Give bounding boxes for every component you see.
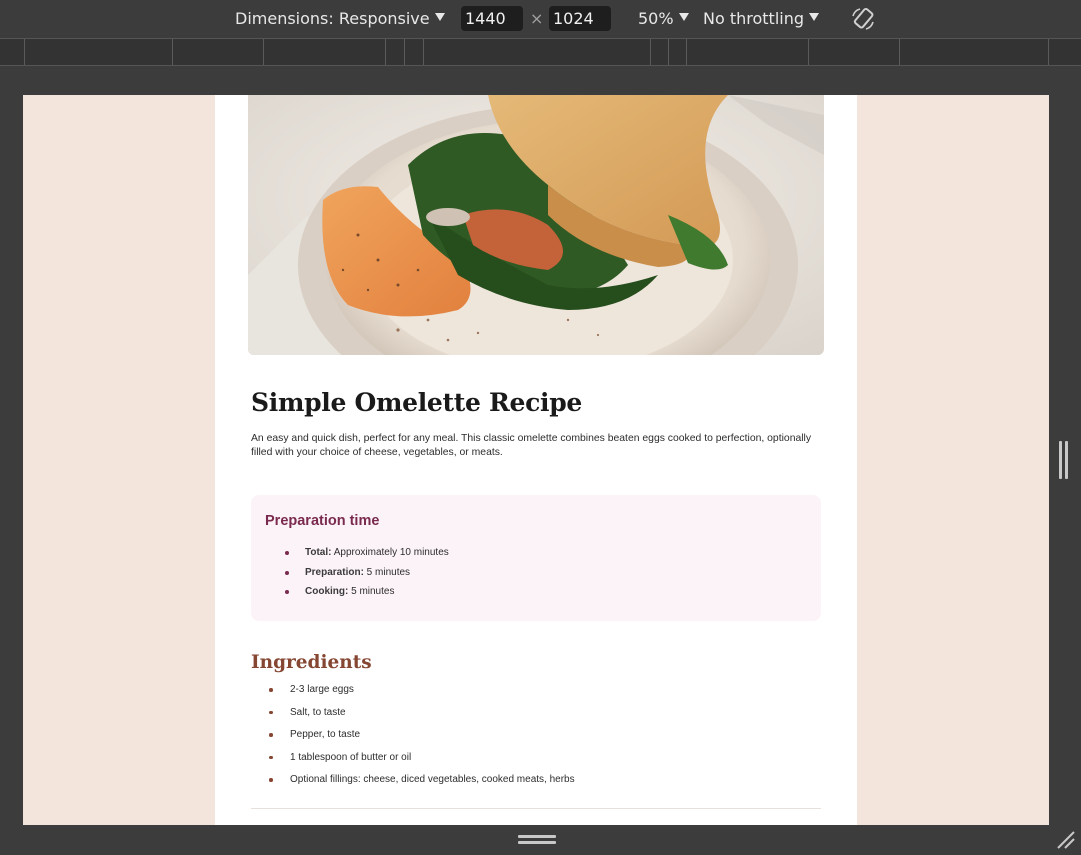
breakpoint-divider — [1048, 39, 1049, 65]
page-title: Simple Omelette Recipe — [251, 388, 583, 417]
bullet-icon — [269, 710, 273, 714]
preparation-time-list: Total: Approximately 10 minutes Preparat… — [283, 547, 449, 606]
zoom-dropdown[interactable]: 50% — [638, 9, 689, 28]
bullet-icon — [285, 590, 289, 594]
resize-handle-line — [518, 835, 556, 838]
hero-image — [248, 95, 824, 355]
list-item: Cooking: 5 minutes — [283, 586, 449, 606]
dimensions-label: Dimensions: Responsive — [235, 9, 430, 28]
list-item: Preparation: 5 minutes — [283, 567, 449, 587]
corner-grip-icon[interactable] — [1054, 828, 1076, 850]
ingredients-heading: Ingredients — [251, 652, 372, 673]
bullet-icon — [285, 570, 289, 575]
breakpoint-divider — [385, 39, 386, 65]
breakpoint-divider — [808, 39, 809, 65]
breakpoint-divider — [668, 39, 669, 65]
ingredient-text: Pepper, to taste — [290, 729, 361, 740]
list-item: Total: Approximately 10 minutes — [283, 547, 449, 567]
list-item: 1 tablespoon of butter or oil — [267, 752, 575, 775]
emulated-viewport: Simple Omelette Recipe An easy and quick… — [23, 95, 1049, 825]
bullet-icon — [269, 755, 273, 759]
width-input[interactable]: 1440 — [461, 6, 523, 31]
list-item: Salt, to taste — [267, 707, 575, 730]
resize-handle-line — [1059, 441, 1062, 479]
breakpoint-divider — [263, 39, 264, 65]
ingredient-text: Optional fillings: cheese, diced vegetab… — [290, 774, 575, 785]
breakpoint-divider — [899, 39, 900, 65]
zoom-label: 50% — [638, 9, 674, 28]
dimensions-dropdown[interactable]: Dimensions: Responsive — [235, 9, 445, 28]
breakpoint-divider — [423, 39, 424, 65]
list-item: 2-3 large eggs — [267, 684, 575, 707]
section-divider — [251, 808, 821, 809]
media-query-bar[interactable] — [0, 38, 1081, 66]
recipe-card: Simple Omelette Recipe An easy and quick… — [215, 95, 857, 825]
device-toolbar: Dimensions: Responsive 1440 × 1024 50% N… — [0, 0, 1081, 38]
recipe-description: An easy and quick dish, perfect for any … — [251, 433, 812, 458]
prep-item-label: Total: — [305, 547, 332, 558]
ingredient-text: 1 tablespoon of butter or oil — [290, 751, 412, 763]
prep-item-label: Preparation: — [305, 566, 364, 578]
bullet-icon — [285, 551, 289, 555]
ingredient-text: 2-3 large eggs — [290, 684, 354, 695]
breakpoint-divider — [172, 39, 173, 65]
preparation-time-heading: Preparation time — [265, 513, 380, 529]
bullet-icon — [269, 733, 273, 737]
breakpoint-divider — [404, 39, 405, 65]
resize-handle-icon[interactable] — [1059, 441, 1069, 479]
bullet-icon — [269, 778, 273, 782]
times-icon: × — [530, 9, 544, 28]
breakpoint-divider — [24, 39, 25, 65]
caret-down-icon — [434, 12, 445, 21]
prep-item-value: Approximately 10 minutes — [331, 547, 449, 558]
prep-item-value: 5 minutes — [363, 566, 411, 578]
rotate-icon[interactable] — [850, 6, 876, 32]
throttling-dropdown[interactable]: No throttling — [703, 9, 820, 28]
breakpoint-divider — [686, 39, 687, 65]
list-item: Pepper, to taste — [267, 729, 575, 752]
resize-handle-line — [1065, 441, 1068, 479]
resize-handle-line — [518, 841, 556, 844]
list-item: Optional fillings: cheese, diced vegetab… — [267, 774, 575, 797]
height-input[interactable]: 1024 — [549, 6, 611, 31]
throttling-label: No throttling — [703, 9, 805, 28]
ingredient-text: Salt, to taste — [290, 706, 346, 718]
preparation-time-box: Preparation time Total: Approximately 10… — [251, 495, 821, 621]
resize-handle-icon[interactable] — [518, 835, 556, 845]
prep-item-value: 5 minutes — [348, 586, 395, 597]
prep-item-label: Cooking: — [305, 586, 349, 597]
breakpoint-divider — [650, 39, 651, 65]
bullet-icon — [269, 688, 273, 692]
caret-down-icon — [678, 12, 689, 21]
ingredients-list: 2-3 large eggs Salt, to taste Pepper, to… — [267, 684, 575, 797]
caret-down-icon — [809, 12, 820, 21]
